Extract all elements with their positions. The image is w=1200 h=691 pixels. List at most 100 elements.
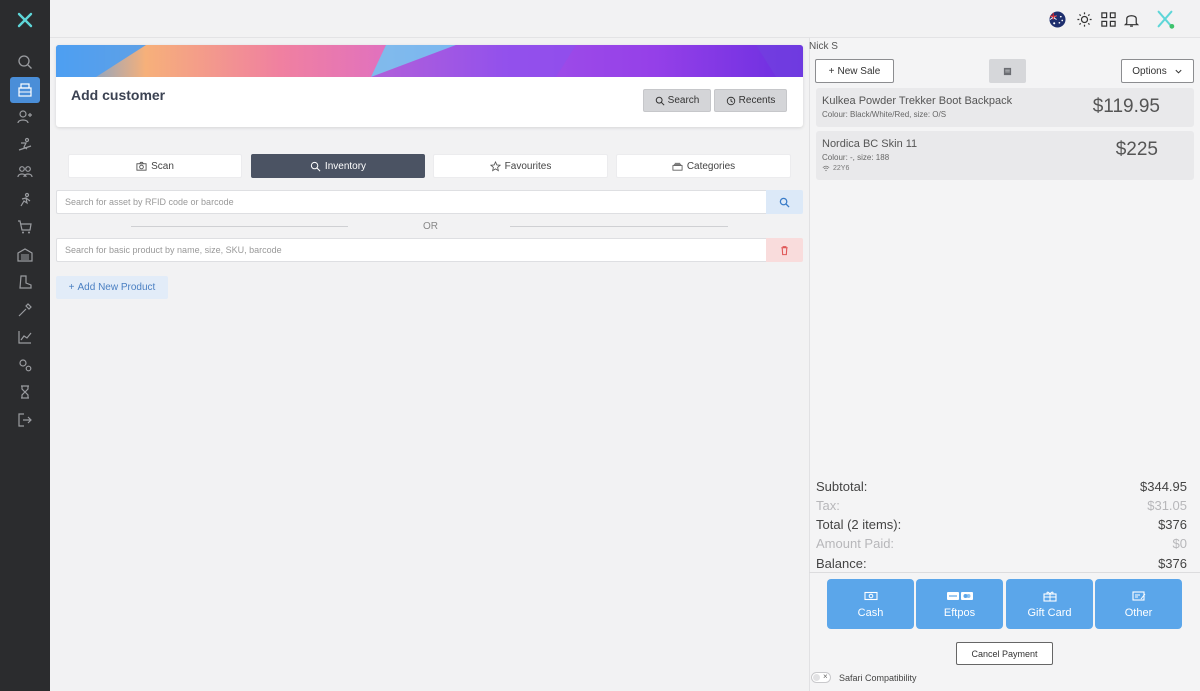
- gift-card-label: Gift Card: [1027, 606, 1072, 619]
- cart-item[interactable]: Nordica BC Skin 11 Colour: -, size: 188 …: [816, 131, 1194, 180]
- cart-icon[interactable]: [10, 214, 40, 240]
- cart-item-price: $119.95: [1092, 96, 1160, 117]
- tab-inventory[interactable]: Inventory: [251, 154, 425, 178]
- cash-label: Cash: [857, 606, 884, 619]
- customers-icon[interactable]: [10, 159, 40, 185]
- camera-icon: [136, 161, 147, 171]
- add-new-product-button[interactable]: + Add New Product: [56, 276, 168, 299]
- safari-compatibility-toggle[interactable]: [811, 672, 831, 683]
- wifi-icon: [822, 165, 830, 172]
- search-button-label: Search: [667, 95, 700, 106]
- tab-categories[interactable]: Categories: [616, 154, 791, 178]
- cart-item-name: Kulkea Powder Trekker Boot Backpack: [822, 95, 1013, 107]
- balance-value: $376: [1158, 556, 1187, 571]
- new-sale-button[interactable]: + New Sale: [815, 59, 894, 83]
- customer-header-card: Add customer Search Recents: [56, 45, 803, 127]
- asset-search-input[interactable]: Search for asset by RFID code or barcode: [56, 190, 767, 214]
- other-payment-icon: [1131, 590, 1145, 601]
- cart-item-description: Colour: Black/White/Red, size: O/S: [822, 110, 947, 119]
- cart-item-name: Nordica BC Skin 11: [822, 138, 918, 150]
- tab-inventory-label: Inventory: [324, 160, 367, 172]
- clear-search-button[interactable]: [766, 238, 803, 262]
- search-button[interactable]: Search: [643, 89, 711, 112]
- add-new-product-label: Add New Product: [77, 282, 156, 293]
- separator-line-right: [510, 226, 728, 227]
- total-label: Total (2 items):: [816, 517, 902, 532]
- eftpos-button[interactable]: Eftpos: [916, 579, 1003, 629]
- page-title: Add customer: [71, 87, 166, 103]
- cart-item-price: $225: [1115, 139, 1158, 160]
- search-icon: [310, 161, 321, 171]
- app-logo[interactable]: [14, 9, 36, 31]
- search-icon: [655, 96, 665, 106]
- settings-icon[interactable]: [10, 352, 40, 378]
- tab-scan-label: Scan: [151, 160, 174, 172]
- plus-icon: +: [68, 282, 75, 293]
- user-avatar[interactable]: [1153, 7, 1177, 31]
- recents-button[interactable]: Recents: [714, 89, 787, 112]
- star-icon: [489, 160, 501, 171]
- gift-card-icon: [1042, 591, 1057, 602]
- hourglass-icon[interactable]: [10, 379, 40, 405]
- cart-item-tag: 22Y6: [833, 165, 850, 172]
- card-icon: [946, 591, 973, 600]
- cancel-payment-button[interactable]: Cancel Payment: [956, 642, 1053, 665]
- tab-scan[interactable]: Scan: [68, 154, 242, 178]
- search-icon: [779, 197, 790, 208]
- toggle-off-icon: ×: [823, 672, 828, 681]
- apps-grid-icon[interactable]: [1098, 9, 1118, 29]
- options-button[interactable]: Options: [1121, 59, 1194, 83]
- warehouse-icon[interactable]: [10, 242, 40, 268]
- tab-favourites[interactable]: Favourites: [433, 154, 608, 178]
- history-icon: [726, 96, 735, 105]
- payment-divider: [809, 572, 1200, 573]
- options-label: Options: [1132, 65, 1167, 77]
- reports-icon[interactable]: [10, 324, 40, 350]
- register-icon[interactable]: [10, 77, 40, 103]
- skier-icon[interactable]: [10, 132, 40, 158]
- trash-icon: [781, 245, 788, 255]
- other-payment-button[interactable]: Other: [1095, 579, 1182, 629]
- cart-item[interactable]: Kulkea Powder Trekker Boot Backpack Colo…: [816, 88, 1194, 127]
- cash-icon: [863, 591, 878, 600]
- cart-item-rfid-tag: 22Y6: [822, 165, 849, 172]
- cart-item-description: Colour: -, size: 188: [822, 153, 890, 162]
- stack-icon: [672, 162, 683, 171]
- recents-button-label: Recents: [738, 95, 776, 106]
- logout-icon[interactable]: [10, 407, 40, 433]
- cash-button[interactable]: Cash: [827, 579, 914, 629]
- australia-flag-icon[interactable]: [1047, 9, 1067, 29]
- tab-favourites-label: Favourites: [504, 160, 552, 172]
- activity-icon[interactable]: [10, 187, 40, 213]
- subtotal-label: Subtotal:: [816, 479, 868, 494]
- other-payment-label: Other: [1124, 606, 1153, 619]
- notification-bell-icon[interactable]: [1121, 9, 1141, 29]
- or-separator: OR: [423, 221, 438, 232]
- plus-icon: +: [828, 65, 835, 77]
- tab-categories-label: Categories: [686, 160, 736, 172]
- brightness-icon[interactable]: [1074, 9, 1094, 29]
- note-icon: [1003, 67, 1012, 75]
- safari-compatibility-label: Safari Compatibility: [839, 673, 917, 683]
- sidebar: [0, 0, 50, 691]
- balance-label: Balance:: [816, 556, 867, 571]
- top-bar: [50, 0, 1200, 38]
- asset-search-button[interactable]: [766, 190, 803, 214]
- boot-icon[interactable]: [10, 269, 40, 295]
- amount-paid-label: Amount Paid:: [816, 536, 895, 551]
- new-sale-label: New Sale: [837, 65, 881, 77]
- total-value: $376: [1158, 517, 1187, 532]
- search-icon[interactable]: [10, 49, 40, 75]
- header-banner: [56, 45, 803, 77]
- notes-button[interactable]: [989, 59, 1026, 83]
- tax-label: Tax:: [816, 498, 840, 513]
- add-customer-icon[interactable]: [10, 104, 40, 130]
- gift-card-button[interactable]: Gift Card: [1006, 579, 1093, 629]
- amount-paid-value: $0: [1172, 536, 1187, 551]
- subtotal-value: $344.95: [1140, 479, 1187, 494]
- tools-icon[interactable]: [10, 297, 40, 323]
- tax-value: $31.05: [1147, 498, 1187, 513]
- separator-line-left: [131, 226, 348, 227]
- product-search-input[interactable]: Search for basic product by name, size, …: [56, 238, 767, 262]
- cart-user-name: Nick S: [809, 41, 838, 52]
